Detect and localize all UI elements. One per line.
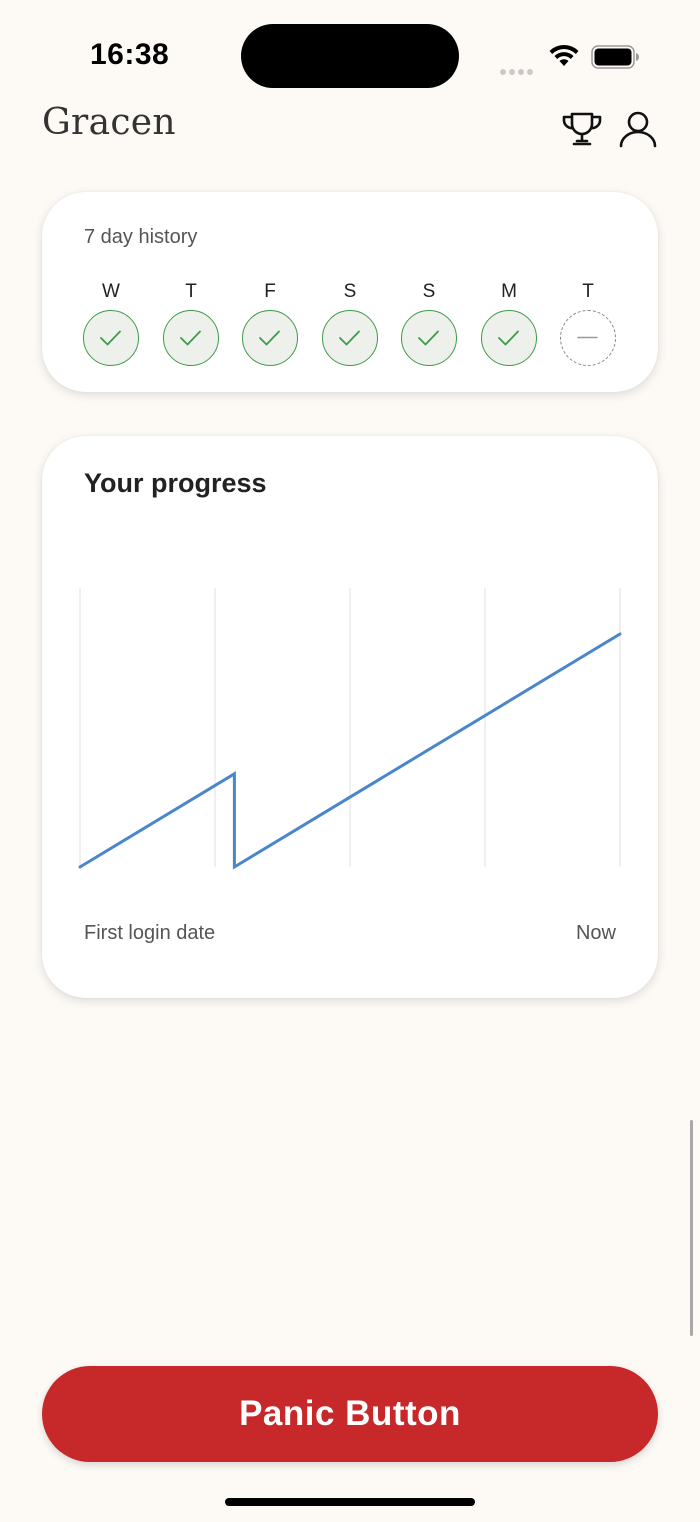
check-icon <box>83 310 139 366</box>
history-day: T <box>163 282 219 366</box>
history-day: S <box>322 282 378 366</box>
history-title: 7 day history <box>84 226 198 248</box>
profile-icon[interactable] <box>618 109 658 149</box>
check-icon <box>401 310 457 366</box>
history-day: T <box>560 282 616 366</box>
status-time: 16:38 <box>90 38 170 71</box>
battery-icon <box>591 45 639 69</box>
dash-icon <box>560 310 616 366</box>
x-start-label: First login date <box>84 922 216 944</box>
history-day: W <box>83 282 139 366</box>
day-label: S <box>422 281 436 302</box>
history-days: W T F S S M T <box>83 282 618 368</box>
history-day: M <box>481 282 537 366</box>
trophy-icon[interactable] <box>560 110 604 150</box>
check-icon <box>322 310 378 366</box>
x-end-label: Now <box>575 922 616 944</box>
dynamic-island <box>241 24 459 88</box>
scroll-indicator[interactable] <box>690 1120 693 1336</box>
day-label: T <box>582 281 594 302</box>
day-label: T <box>185 281 197 302</box>
check-icon <box>242 310 298 366</box>
check-icon <box>481 310 537 366</box>
wifi-icon <box>549 44 579 66</box>
day-label: S <box>343 281 357 302</box>
progress-chart <box>78 588 622 870</box>
history-day: F <box>242 282 298 366</box>
progress-card: Your progress First login date Now <box>42 436 658 998</box>
day-label: F <box>264 281 276 302</box>
signal-icon <box>500 62 536 80</box>
day-label: W <box>102 281 120 302</box>
app-title: Gracen <box>42 102 176 143</box>
status-icons <box>500 40 650 75</box>
day-label: M <box>501 281 517 302</box>
home-indicator[interactable] <box>225 1498 475 1506</box>
check-icon <box>163 310 219 366</box>
app-screen: 16:38 Gracen 7 day history W T F S S M T… <box>0 0 700 1522</box>
history-day: S <box>401 282 457 366</box>
panic-button[interactable]: Panic Button <box>42 1366 658 1462</box>
history-card: 7 day history W T F S S M T <box>42 192 658 392</box>
